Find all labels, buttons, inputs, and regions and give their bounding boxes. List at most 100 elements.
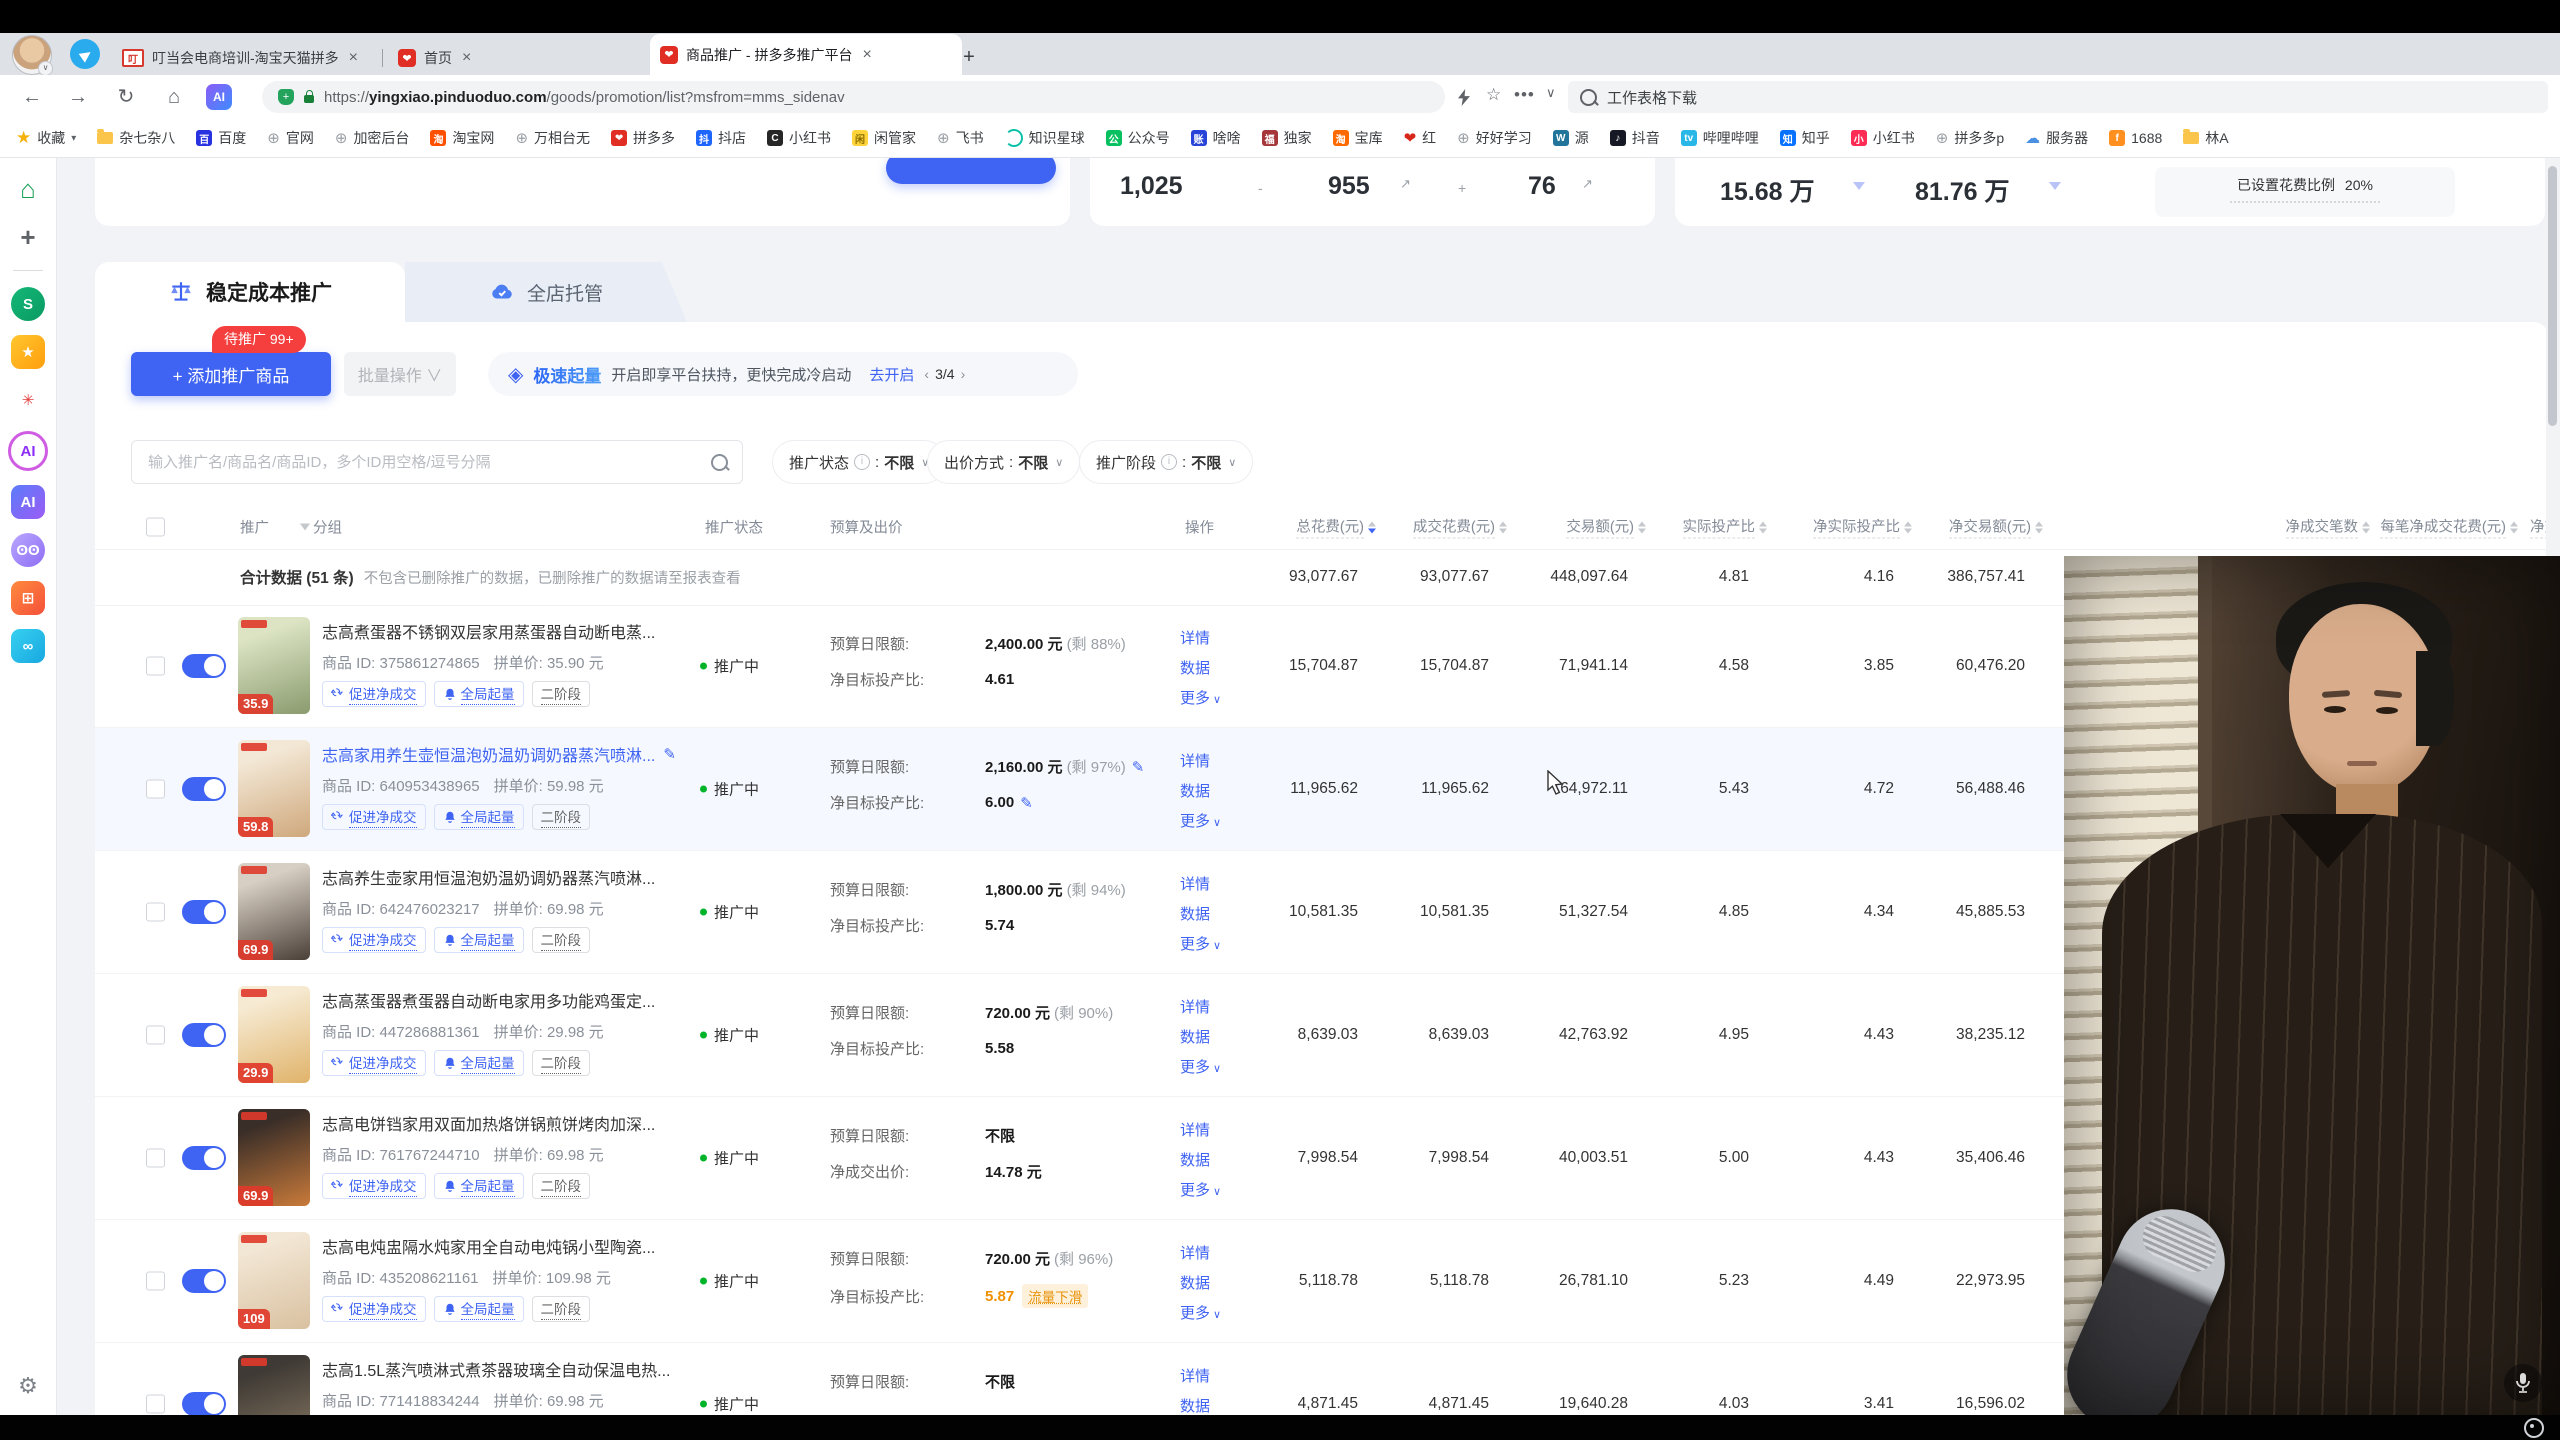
tag-promote-net-deal[interactable]: 促进净成交 (322, 681, 426, 707)
app-ai-ring-icon[interactable]: AI (8, 431, 48, 471)
banner-prev-icon[interactable]: ‹ (924, 366, 929, 382)
bookmark-item[interactable]: 公公众号 (1106, 128, 1170, 148)
op-data-link[interactable]: 数据 (1180, 903, 1210, 924)
ai-assistant-icon[interactable]: AI (206, 84, 232, 110)
tab-close-icon[interactable]: × (862, 46, 871, 64)
product-image[interactable]: 59.8 (238, 740, 310, 837)
stat-card-blue-button[interactable] (886, 158, 1056, 184)
promotion-toggle[interactable] (182, 1269, 226, 1293)
bookmark-item[interactable]: 淘宝库 (1333, 128, 1383, 148)
bookmark-item[interactable]: 闲闲管家 (852, 128, 916, 148)
filter-funnel-icon[interactable] (2049, 182, 2061, 190)
col-total-cost[interactable]: 总花费(元) (1296, 516, 1376, 539)
edit-roi-icon[interactable]: ✎ (1020, 794, 1033, 812)
bookmark-item[interactable]: tv哔哩哔哩 (1681, 128, 1759, 148)
product-title[interactable]: 志高电炖盅隔水炖家用全自动电炖锅小型陶瓷... (322, 1234, 655, 1258)
bookmark-item[interactable]: 抖抖店 (696, 128, 746, 148)
search-icon[interactable] (711, 454, 728, 471)
banner-next-icon[interactable]: › (961, 366, 966, 382)
op-more-link[interactable]: 更多∨ (1180, 810, 1221, 831)
back-icon[interactable]: ← (18, 83, 46, 111)
col-roi[interactable]: 实际投产比 (1683, 516, 1768, 539)
op-more-link[interactable]: 更多∨ (1180, 687, 1221, 708)
op-detail-link[interactable]: 详情 (1180, 873, 1210, 894)
app-clip-icon[interactable]: ∞ (11, 629, 45, 663)
row-checkbox[interactable] (146, 780, 165, 799)
promotion-toggle[interactable] (182, 1392, 226, 1415)
op-data-link[interactable]: 数据 (1180, 780, 1210, 801)
op-detail-link[interactable]: 详情 (1180, 996, 1210, 1017)
bookmark-item[interactable]: 知识星球 (1005, 128, 1085, 148)
bookmark-item[interactable]: ❤拼多多 (611, 128, 675, 148)
product-image[interactable]: 35.9 (238, 617, 310, 714)
app-green-s-icon[interactable]: S (11, 287, 45, 321)
tag-stage[interactable]: 二阶段 (532, 681, 591, 707)
bookmark-item[interactable]: ⊕飞书 (937, 128, 984, 148)
bookmark-item[interactable]: ♪抖音 (1610, 128, 1660, 148)
address-bar[interactable]: + https://yingxiao.pinduoduo.com/goods/p… (262, 81, 1445, 113)
table-search-box[interactable] (131, 440, 743, 484)
product-title[interactable]: 志高1.5L蒸汽喷淋式煮茶器玻璃全自动保温电热... (322, 1357, 670, 1381)
col-net-roi[interactable]: 净实际投产比 (1813, 516, 1912, 539)
select-all-checkbox[interactable] (146, 518, 165, 537)
chevron-down-icon[interactable]: ∨ (1546, 85, 1556, 101)
app-gamepad-icon[interactable]: ⊞ (11, 581, 45, 615)
tag-promote-net-deal[interactable]: 促进净成交 (322, 1173, 426, 1199)
bookmark-item[interactable]: ★收藏▾ (16, 128, 76, 148)
tag-stage[interactable]: 二阶段 (532, 1173, 591, 1199)
tag-promote-net-deal[interactable]: 促进净成交 (322, 1296, 426, 1322)
bookmark-item[interactable]: ⊕加密后台 (335, 128, 410, 148)
tag-global-boost[interactable]: 全局起量 (434, 1050, 524, 1076)
product-image[interactable]: 69.9 (238, 1109, 310, 1206)
row-checkbox[interactable] (146, 903, 165, 922)
bookmark-item[interactable]: ☁服务器 (2025, 128, 2088, 148)
op-data-link[interactable]: 数据 (1180, 1149, 1210, 1170)
col-cost-per-net-order[interactable]: 每笔净成交花费(元) (2380, 516, 2518, 539)
tag-stage[interactable]: 二阶段 (532, 1050, 591, 1076)
bookmark-item[interactable]: ⊕好好学习 (1457, 128, 1532, 148)
product-image[interactable]: 69.9 (238, 1355, 310, 1415)
bookmark-item[interactable]: W源 (1553, 128, 1589, 148)
op-detail-link[interactable]: 详情 (1180, 750, 1210, 771)
bookmark-item[interactable]: 百百度 (196, 128, 246, 148)
tag-promote-net-deal[interactable]: 促进净成交 (322, 1050, 426, 1076)
tag-promote-net-deal[interactable]: 促进净成交 (322, 804, 426, 830)
app-star-icon[interactable]: ★ (11, 335, 45, 369)
filter-promotion-status[interactable]: 推广状态i: 不限 ∨ (772, 440, 946, 484)
scrollbar-thumb[interactable] (2548, 166, 2557, 426)
sidebar-home-icon[interactable]: ⌂ (11, 172, 45, 206)
app-robot-icon[interactable]: ʘʘ (11, 533, 45, 567)
tag-promote-net-deal[interactable]: 促进净成交 (322, 927, 426, 953)
home-icon[interactable]: ⌂ (160, 83, 188, 111)
op-more-link[interactable]: 更多∨ (1180, 1302, 1221, 1323)
col-net-orders[interactable]: 净成交笔数 (2286, 516, 2371, 539)
tab-close-icon[interactable]: × (349, 49, 358, 67)
tab-close-icon[interactable]: × (462, 49, 471, 67)
op-data-link[interactable]: 数据 (1180, 657, 1210, 678)
tag-global-boost[interactable]: 全局起量 (434, 927, 524, 953)
batch-operation-button[interactable]: 批量操作 ∨ (344, 352, 456, 396)
product-title[interactable]: 志高家用养生壶恒温泡奶温奶调奶器蒸汽喷淋... (322, 742, 655, 766)
tab-stable-cost-promotion[interactable]: 稳定成本推广 (95, 262, 405, 322)
browser-tab-active[interactable]: ❤ 商品推广 - 拼多多推广平台 × (650, 34, 962, 75)
boost-open-link[interactable]: 去开启 (869, 364, 914, 385)
bookmark-item[interactable]: 小小红书 (1851, 128, 1915, 148)
bookmark-item[interactable]: ❤红 (1404, 128, 1437, 148)
bookmark-item[interactable]: ⊕万相台无 (515, 128, 590, 148)
traffic-decline-tag[interactable]: 流量下滑 (1022, 1284, 1088, 1308)
app-ai-blue-icon[interactable]: AI (11, 485, 45, 519)
add-promotion-button[interactable]: + 添加推广商品 (131, 352, 331, 396)
op-data-link[interactable]: 数据 (1180, 1395, 1210, 1415)
col-net-gmv[interactable]: 净交易额(元) (1949, 516, 2043, 539)
product-image[interactable]: 29.9 (238, 986, 310, 1083)
op-data-link[interactable]: 数据 (1180, 1272, 1210, 1293)
sidebar-add-icon[interactable]: + (11, 220, 45, 254)
col-gmv[interactable]: 交易额(元) (1566, 516, 1646, 539)
product-title[interactable]: 志高电饼铛家用双面加热烙饼锅煎饼烤肉加深... (322, 1111, 655, 1135)
op-detail-link[interactable]: 详情 (1180, 627, 1210, 648)
tag-global-boost[interactable]: 全局起量 (434, 804, 524, 830)
op-more-link[interactable]: 更多∨ (1180, 1056, 1221, 1077)
product-image[interactable]: 69.9 (238, 863, 310, 960)
op-more-link[interactable]: 更多∨ (1180, 933, 1221, 954)
promotion-toggle[interactable] (182, 1023, 226, 1047)
